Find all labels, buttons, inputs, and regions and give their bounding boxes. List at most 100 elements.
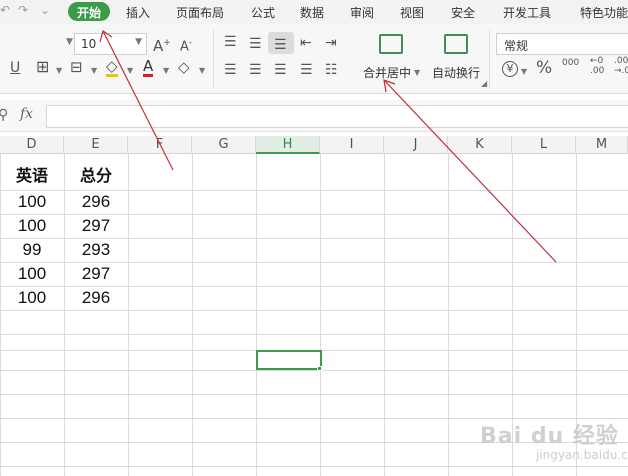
table-cell[interactable]: 296 (64, 288, 128, 308)
clear-dropdown-icon[interactable]: ▼ (199, 66, 205, 75)
menu-bar: ↶ ↷ ⌄ 开始 插入 页面布局 公式 数据 审阅 视图 安全 开发工具 特色功… (0, 0, 628, 24)
column-header-e[interactable]: E (64, 136, 128, 154)
merge-center-label[interactable]: 合并居中 (363, 64, 411, 81)
align-left-icon[interactable]: ☰ (224, 62, 237, 78)
grid-line (448, 154, 449, 476)
wrap-text-icon[interactable] (444, 34, 468, 54)
increase-decimal-top: ←0 (590, 56, 604, 66)
column-header-g[interactable]: G (192, 136, 256, 154)
grid-line (0, 466, 628, 467)
underline-icon[interactable]: U (10, 60, 20, 76)
tab-view[interactable]: 视图 (400, 4, 424, 21)
align-center-icon[interactable]: ☰ (249, 62, 262, 78)
eraser-icon[interactable]: ◇ (178, 59, 190, 75)
redo-icon[interactable]: ↷ (18, 3, 28, 17)
group-separator (489, 30, 490, 88)
column-header-i[interactable]: I (320, 136, 384, 154)
align-top-icon[interactable]: ☰ (224, 34, 237, 50)
grid-line (320, 154, 321, 476)
grid-line (0, 190, 628, 191)
column-header-k[interactable]: K (448, 136, 512, 154)
ribbon-toolbar: ▼ 10 ▼ A+ A- U ⊞ ▼ ⊟ ▼ ◇ ▼ A ▼ ◇ ▼ ☰ ☰ ☰… (0, 24, 628, 94)
grid-line (0, 238, 628, 239)
currency-icon[interactable]: ¥ (502, 61, 518, 77)
tab-review[interactable]: 审阅 (350, 4, 374, 21)
increase-font-size-icon[interactable]: A+ (153, 35, 171, 54)
column-header-j[interactable]: J (384, 136, 448, 154)
decrease-decimal-top: .00 (614, 56, 628, 66)
formula-input[interactable] (46, 105, 628, 128)
table-cell[interactable]: 100 (0, 216, 64, 236)
align-bottom-icon: ☰ (274, 37, 287, 53)
search-icon[interactable]: ⚲ (0, 107, 8, 123)
number-format-value: 常规 (504, 39, 529, 53)
align-middle-icon[interactable]: ☰ (249, 36, 262, 52)
column-headers: D E F G H I J K L M (0, 136, 628, 154)
column-header-l[interactable]: L (512, 136, 576, 154)
grid-line (0, 286, 628, 287)
undo-icon[interactable]: ↶ (0, 3, 10, 17)
cell-header-total[interactable]: 总分 (64, 162, 128, 186)
fx-icon[interactable]: fx (20, 106, 33, 122)
font-color-icon[interactable]: A (143, 58, 154, 77)
merge-dropdown-icon[interactable]: ▼ (414, 68, 420, 77)
grid-line (0, 262, 628, 263)
decrease-font-size-icon[interactable]: A- (180, 35, 192, 55)
tab-formulas[interactable]: 公式 (251, 4, 275, 21)
tab-insert[interactable]: 插入 (126, 4, 150, 21)
table-cell[interactable]: 293 (64, 240, 128, 260)
increase-indent-icon[interactable]: ⇥ (325, 35, 337, 51)
font-name-dropdown-icon[interactable]: ▼ (66, 37, 73, 47)
decrease-indent-icon[interactable]: ⇤ (300, 35, 312, 51)
font-color-dropdown-icon[interactable]: ▼ (163, 66, 169, 75)
grid-line (256, 154, 257, 476)
tab-special-features[interactable]: 特色功能 (580, 4, 628, 21)
currency-dropdown-icon[interactable]: ▼ (521, 67, 527, 76)
border-dropdown-icon[interactable]: ▼ (56, 66, 62, 75)
percent-icon[interactable]: % (536, 60, 552, 77)
tab-data[interactable]: 数据 (300, 4, 324, 21)
wrap-text-label[interactable]: 自动换行 (432, 64, 480, 81)
font-size-select[interactable]: 10 ▼ (74, 33, 147, 55)
column-header-f[interactable]: F (128, 136, 192, 154)
justify-icon[interactable]: ☰ (300, 62, 313, 78)
fill-color-icon[interactable]: ◇ (106, 58, 118, 77)
group-separator (213, 30, 214, 88)
quick-access-dropdown-icon[interactable]: ⌄ (40, 3, 50, 17)
grid-line (0, 334, 628, 335)
distributed-align-icon[interactable]: ☷ (325, 62, 338, 78)
column-header-m[interactable]: M (576, 136, 628, 154)
merge-center-icon[interactable] (379, 34, 403, 54)
cell-style-dropdown-icon[interactable]: ▼ (91, 66, 97, 75)
grid-line (192, 154, 193, 476)
align-right-icon[interactable]: ☰ (274, 62, 287, 78)
increase-decimal-icon[interactable]: ←0.00 (590, 56, 604, 76)
fill-handle[interactable] (317, 366, 322, 371)
alignment-dialog-launcher-icon[interactable]: ◢ (481, 79, 487, 88)
table-cell[interactable]: 296 (64, 192, 128, 212)
fill-color-dropdown-icon[interactable]: ▼ (127, 66, 133, 75)
grid-line (0, 394, 628, 395)
decrease-decimal-icon[interactable]: .00 →.0 (614, 56, 628, 76)
table-cell[interactable]: 99 (0, 240, 64, 260)
column-header-h[interactable]: H (256, 136, 320, 154)
border-icon[interactable]: ⊞ (36, 59, 49, 75)
number-format-select[interactable]: 常规 (496, 33, 628, 55)
watermark-logo: Bai du 经验 (480, 424, 619, 449)
table-cell[interactable]: 100 (0, 264, 64, 284)
cell-header-english[interactable]: 英语 (0, 162, 64, 186)
tab-page-layout[interactable]: 页面布局 (176, 4, 224, 21)
table-cell[interactable]: 100 (0, 288, 64, 308)
cell-style-icon[interactable]: ⊟ (70, 59, 83, 75)
table-cell[interactable]: 297 (64, 216, 128, 236)
thousands-separator-icon[interactable]: 000 (562, 58, 579, 68)
column-header-d[interactable]: D (0, 136, 64, 154)
tab-home[interactable]: 开始 (68, 2, 111, 21)
tab-developer[interactable]: 开发工具 (503, 4, 551, 21)
tab-security[interactable]: 安全 (451, 4, 475, 21)
increase-decimal-bottom: .00 (590, 66, 605, 76)
watermark-url: jingyan.baidu.com (536, 448, 628, 462)
table-cell[interactable]: 100 (0, 192, 64, 212)
selected-cell[interactable] (256, 350, 322, 370)
table-cell[interactable]: 297 (64, 264, 128, 284)
